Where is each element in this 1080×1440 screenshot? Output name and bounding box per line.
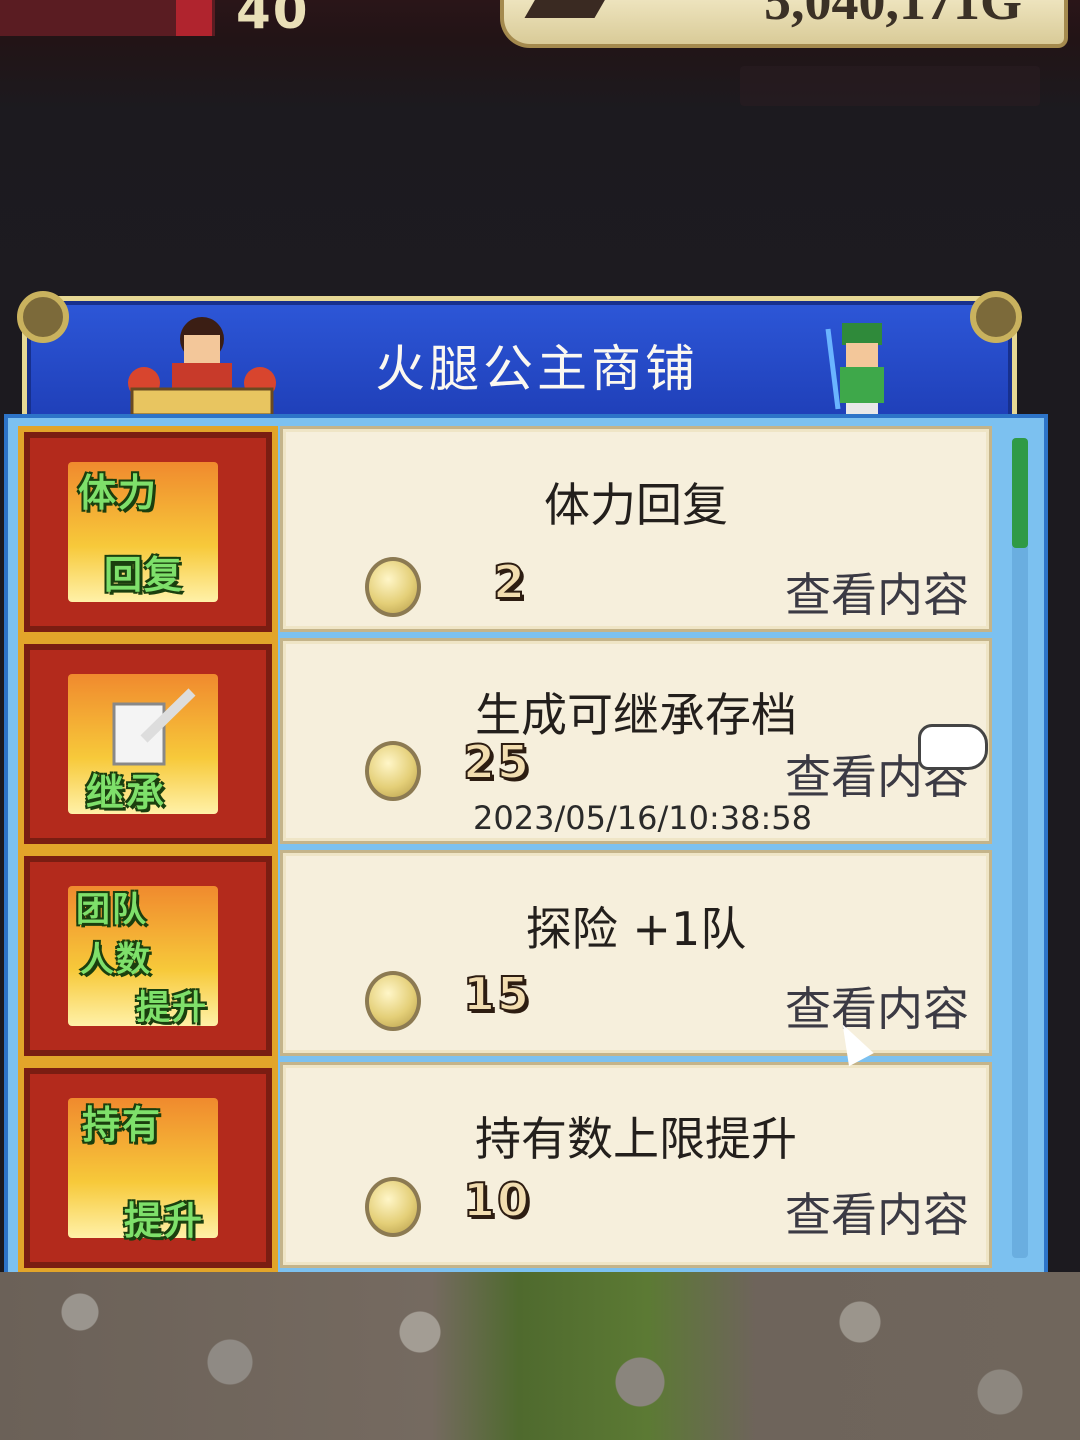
view-details-link[interactable]: 查看内容 <box>785 559 969 625</box>
shop-item-row[interactable]: 探险 +1队 15 查看内容 <box>280 850 992 1056</box>
top-status-bar: 40 5,040,171G <box>0 0 1080 300</box>
shop-item-row[interactable]: 体力回复 2 查看内容 <box>280 426 992 632</box>
item-name: 持有数上限提升 <box>475 1112 797 1166</box>
shopkeeper-sprite-icon <box>128 317 276 416</box>
view-details-link[interactable]: 查看内容 <box>785 973 969 1039</box>
shop-item-row[interactable]: 生成可继承存档 25 查看内容 2023/05/16/10:38:58 <box>280 638 992 844</box>
gold-coin-icon <box>365 557 421 617</box>
shop-body: 体力 回复 继承 团队 人数 提升 持有 提升 体力回复 2 查看内容 生成可继… <box>4 414 1048 1280</box>
item-cost: 15 <box>462 966 532 1022</box>
category-label: 人数 <box>80 940 152 980</box>
category-label: 持有 <box>82 1103 163 1147</box>
gold-coin-icon <box>365 971 421 1031</box>
category-capacity-button[interactable]: 持有 提升 <box>18 1062 278 1274</box>
ornament-corner-icon <box>970 291 1022 343</box>
shop-header: 火腿公主商铺 <box>17 291 1022 424</box>
gold-coin-icon <box>365 741 421 801</box>
category-label: 体力 <box>78 471 159 515</box>
item-cost: 2 <box>492 554 528 610</box>
paper-icon <box>112 688 196 766</box>
shop-item-row[interactable]: 持有数上限提升 10 查看内容 <box>280 1062 992 1268</box>
scrollbar[interactable] <box>1012 438 1028 1258</box>
category-label: 提升 <box>136 988 208 1028</box>
category-inherit-button[interactable]: 继承 <box>18 638 278 850</box>
level-value: 40 <box>236 0 310 40</box>
ground-scenery <box>0 1272 1080 1440</box>
scroll-thumb[interactable] <box>1012 438 1028 548</box>
money-ribbon-icon <box>524 0 610 18</box>
health-bar <box>0 0 215 36</box>
money-panel: 5,040,171G <box>500 0 1068 48</box>
item-name: 生成可继承存档 <box>475 688 797 742</box>
hand-pointer-icon <box>918 724 988 770</box>
category-label: 继承 <box>86 771 167 815</box>
ornament-corner-icon <box>17 291 69 343</box>
category-label: 提升 <box>124 1199 205 1243</box>
category-label: 回复 <box>104 553 185 597</box>
category-team-button[interactable]: 团队 人数 提升 <box>18 850 278 1062</box>
save-timestamp: 2023/05/16/10:38:58 <box>473 799 812 837</box>
item-cost: 10 <box>462 1172 532 1228</box>
view-details-link[interactable]: 查看内容 <box>785 1179 969 1245</box>
hud-secondary-label <box>740 66 1040 106</box>
gold-coin-icon <box>365 1177 421 1237</box>
item-name: 探险 +1队 <box>525 902 747 956</box>
money-value: 5,040,171G <box>763 0 1022 31</box>
customer-sprite-icon <box>825 323 884 417</box>
shop-title: 火腿公主商铺 <box>375 340 699 398</box>
item-cost: 25 <box>462 734 532 790</box>
category-stamina-button[interactable]: 体力 回复 <box>18 426 278 638</box>
item-name: 体力回复 <box>544 478 728 532</box>
category-label: 团队 <box>76 890 148 930</box>
